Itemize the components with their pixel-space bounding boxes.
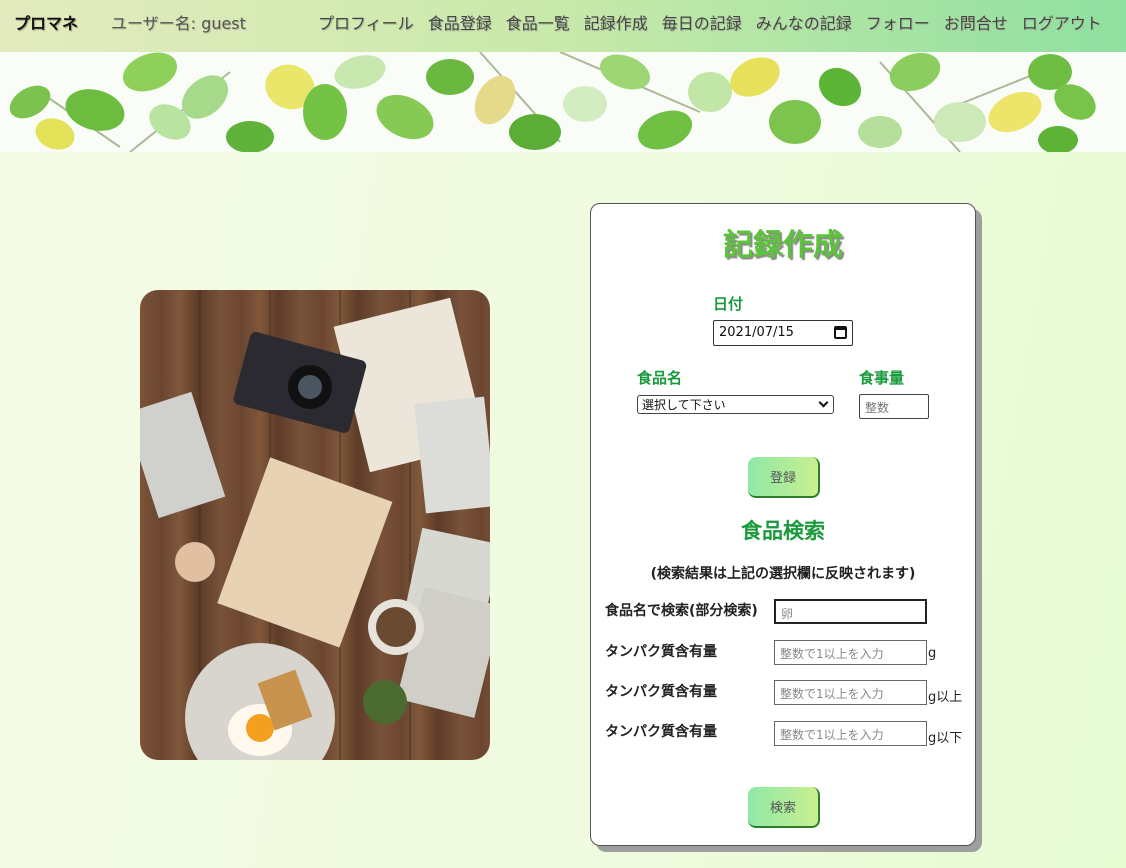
protein-label: タンパク質含有量: [605, 644, 717, 660]
register-button[interactable]: 登録: [748, 457, 820, 498]
username-label: ユーザー名: guest: [111, 14, 246, 33]
food-select[interactable]: 選択して下さい: [637, 395, 834, 414]
nav-daily-record[interactable]: 毎日の記録: [662, 10, 742, 34]
food-search-title: 食品検索: [741, 519, 825, 543]
page-title: 記録作成: [723, 228, 843, 263]
protein-min-label: タンパク質含有量: [605, 684, 717, 700]
nav-food-list[interactable]: 食品一覧: [506, 10, 570, 34]
nav-menu: プロフィール 食品登録 食品一覧 記録作成 毎日の記録 みんなの記録 フォロー …: [318, 10, 1102, 34]
search-button[interactable]: 検索: [748, 787, 820, 828]
food-select-value: 選択して下さい: [642, 398, 726, 412]
protein-max-label: タンパク質含有量: [605, 724, 717, 740]
date-label: 日付: [713, 295, 744, 313]
nav-food-register[interactable]: 食品登録: [428, 10, 492, 34]
amount-input[interactable]: 整数: [859, 394, 929, 419]
top-nav-bar: プロマネ ユーザー名: guest プロフィール 食品登録 食品一覧 記録作成 …: [0, 0, 1126, 52]
search-name-label: 食品名で検索(部分検索): [605, 603, 758, 619]
calendar-icon[interactable]: [834, 326, 847, 339]
nav-contact[interactable]: お問合せ: [944, 10, 1008, 34]
leaf-illustration: [9, 52, 1096, 152]
nav-follow[interactable]: フォロー: [866, 10, 930, 34]
food-name-label: 食品名: [637, 369, 683, 387]
amount-label: 食事量: [859, 369, 905, 387]
nav-profile[interactable]: プロフィール: [318, 10, 414, 34]
brand-logo[interactable]: プロマネ: [14, 10, 78, 34]
flatlay-photo: [140, 290, 490, 760]
protein-min-input[interactable]: 整数で1以上を入力: [774, 680, 927, 705]
photo-illustration: [140, 290, 490, 760]
protein-exact-input[interactable]: 整数で1以上を入力: [774, 640, 927, 665]
protein-max-input[interactable]: 整数で1以上を入力: [774, 721, 927, 746]
date-input[interactable]: 2021/07/15: [713, 320, 853, 346]
search-note: (検索結果は上記の選択欄に反映されます): [650, 566, 916, 582]
protein-unit: g: [928, 646, 937, 661]
food-name-search-input[interactable]: 卵: [774, 599, 927, 624]
leaf-banner-image: [0, 52, 1126, 152]
protein-min-unit: g以上: [928, 690, 963, 705]
record-form-card: 記録作成 日付 2021/07/15 食品名 食事量 選択して下さい 整数 登録…: [590, 203, 976, 846]
protein-max-unit: g以下: [928, 731, 963, 746]
nav-create-record[interactable]: 記録作成: [584, 10, 648, 34]
nav-everyone-record[interactable]: みんなの記録: [756, 10, 852, 34]
chevron-down-icon: [818, 397, 829, 408]
date-value: 2021/07/15: [719, 325, 794, 340]
nav-logout[interactable]: ログアウト: [1022, 10, 1102, 34]
